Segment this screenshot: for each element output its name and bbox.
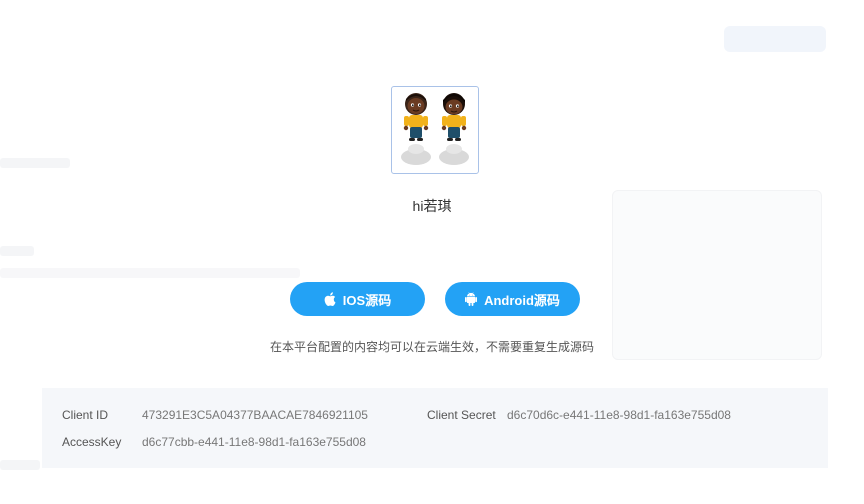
- ios-source-button[interactable]: IOS源码: [290, 282, 425, 316]
- background-text-ghost: [0, 268, 300, 278]
- background-text-ghost: [0, 246, 34, 256]
- client-id-label: Client ID: [62, 408, 109, 422]
- app-username: hi若琪: [412, 198, 452, 214]
- client-secret-value: d6c70d6c-e441-11e8-98d1-fa163e755d08: [507, 408, 731, 422]
- twin-kids-avatar-icon: [401, 93, 469, 165]
- background-text-ghost: [0, 460, 40, 470]
- ios-source-label: IOS源码: [342, 292, 392, 308]
- access-key-row: AccessKey d6c77cbb-e441-11e8-98d1-fa163e…: [62, 435, 366, 449]
- background-text-ghost: [0, 158, 70, 168]
- app-avatar: [391, 86, 479, 174]
- cloud-sync-notice: 在本平台配置的内容均可以在云端生效，不需要重复生成源码: [269, 340, 594, 354]
- access-key-label: AccessKey: [62, 435, 122, 449]
- android-source-button[interactable]: Android源码: [445, 282, 580, 316]
- background-button-ghost: [724, 26, 826, 52]
- client-id-value: 473291E3C5A04377BAACAE7846921105: [142, 408, 368, 422]
- credentials-panel: Client ID 473291E3C5A04377BAACAE78469211…: [42, 388, 828, 468]
- client-id-row: Client ID 473291E3C5A04377BAACAE78469211…: [62, 408, 368, 422]
- apple-icon: [324, 292, 336, 306]
- client-secret-label: Client Secret: [427, 408, 496, 422]
- android-source-label: Android源码: [484, 292, 560, 308]
- android-icon: [465, 292, 478, 306]
- access-key-value: d6c77cbb-e441-11e8-98d1-fa163e755d08: [142, 435, 366, 449]
- client-secret-row: Client Secret d6c70d6c-e441-11e8-98d1-fa…: [427, 408, 731, 422]
